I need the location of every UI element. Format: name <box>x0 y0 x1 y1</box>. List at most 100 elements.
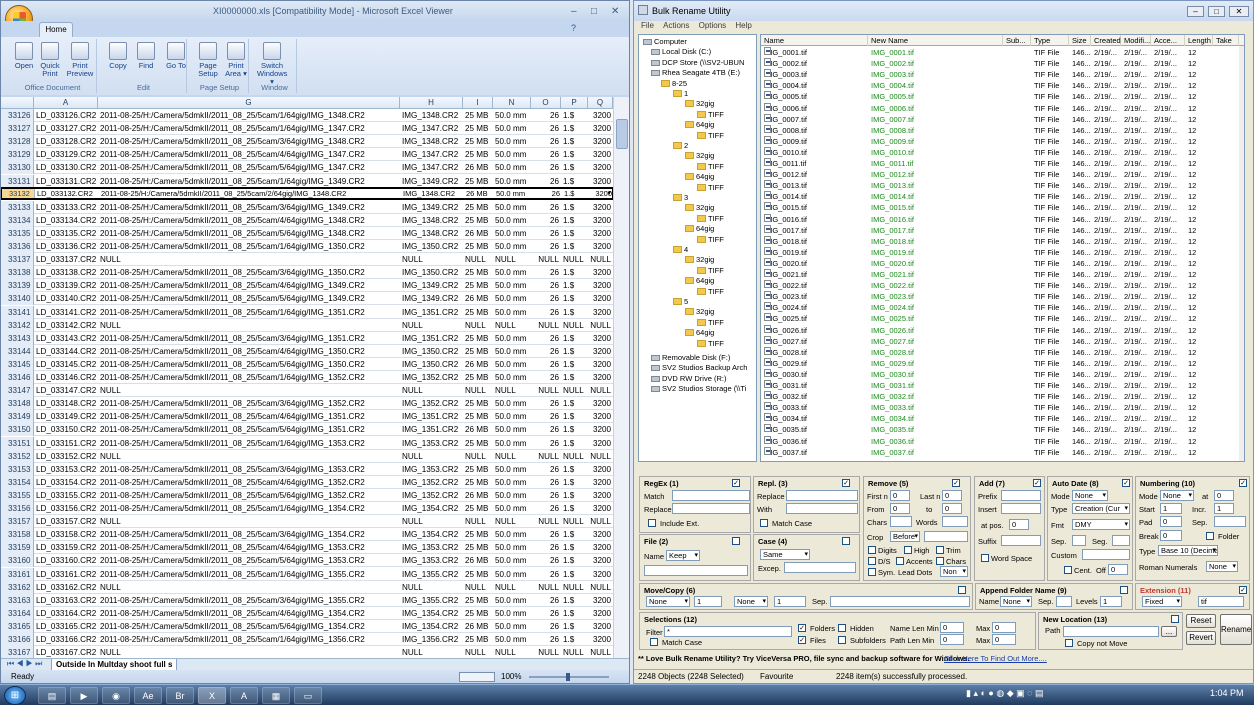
table-cell[interactable]: 25 MB <box>465 397 491 410</box>
row-number[interactable]: 33166 <box>1 633 34 646</box>
table-cell[interactable]: NULL <box>533 515 559 528</box>
append-levels-input[interactable]: 1 <box>1100 596 1122 607</box>
regex-replace-input[interactable] <box>672 503 750 514</box>
tree-node[interactable]: 64gig <box>685 224 714 234</box>
explorer-icon[interactable]: ▤ <box>38 687 66 704</box>
table-cell[interactable]: IMG_1354.CR2 <box>402 528 461 541</box>
table-row[interactable]: 33127 LD_033127.CR2 2011-08-25/H:/Camera/5… <box>1 122 613 136</box>
table-cell[interactable]: IMG_1351.CR2 <box>402 423 461 436</box>
folder-tree[interactable]: Computer Local Disk (C:) DCP Store (\\SV2-… <box>638 34 757 462</box>
table-cell[interactable]: 2011-08-25/H:/Camera/5dmkII/2011_08_25/5… <box>100 410 398 423</box>
tree-node[interactable]: 64gig <box>685 328 714 338</box>
match-case-checkbox[interactable] <box>650 638 658 646</box>
table-cell[interactable]: 25 MB <box>465 175 491 188</box>
table-cell[interactable]: 26 <box>533 306 559 319</box>
file-column-header[interactable]: Sub... <box>1003 35 1031 46</box>
bridge-icon[interactable]: Br <box>166 687 194 704</box>
window-icon[interactable]: ▭ <box>294 687 322 704</box>
table-row[interactable]: 33146 LD_033146.CR2 2011-08-25/H:/Camera/5… <box>1 371 613 385</box>
table-cell[interactable]: LD_033132.CR2 <box>37 189 97 198</box>
table-cell[interactable]: 2011-08-25/H:/Camera/5dmkII/2011_08_25/5… <box>100 227 398 240</box>
numbering-sep-input[interactable] <box>1214 516 1246 527</box>
crop-input[interactable] <box>924 531 968 542</box>
table-row[interactable]: 33158 LD_033158.CR2 2011-08-25/H:/Camera/5… <box>1 528 613 542</box>
table-cell[interactable]: 50.0 mm <box>495 175 529 188</box>
table-cell[interactable]: NULL <box>563 384 586 397</box>
table-cell[interactable]: 26 MB <box>465 423 491 436</box>
movecopy-count-b[interactable]: 1 <box>774 596 806 607</box>
row-number[interactable]: 33165 <box>1 619 34 633</box>
table-cell[interactable]: LD_033154.CR2 <box>36 476 96 489</box>
table-cell[interactable]: 3200 <box>590 332 611 345</box>
tree-node[interactable]: 32gig <box>685 151 714 161</box>
table-row[interactable]: 33156 LD_033156.CR2 2011-08-25/H:/Camera/5… <box>1 502 613 516</box>
table-cell[interactable]: 26 <box>533 358 559 371</box>
table-cell[interactable]: 25 MB <box>465 214 491 227</box>
table-row[interactable]: 33164 LD_033164.CR2 2011-08-25/H:/Camera/5… <box>1 606 613 620</box>
table-cell[interactable]: NULL <box>100 253 398 266</box>
table-cell[interactable]: 2011-08-25/H:/Camera/5dmkII/2011_08_25/5… <box>100 554 398 567</box>
remove-enable-checkbox[interactable]: ✓ <box>952 479 960 487</box>
list-item[interactable]: IMG_0019.tif IMG_0019.tif TIF File 146... 2/… <box>761 246 1239 258</box>
table-cell[interactable]: IMG_1347.CR2 <box>402 122 461 135</box>
table-cell[interactable]: 50.0 mm <box>495 109 529 122</box>
table-cell[interactable]: 1.$ <box>563 410 586 423</box>
accents-checkbox[interactable] <box>896 557 904 565</box>
tree-node[interactable]: 4 <box>673 245 688 255</box>
table-cell[interactable]: 25 MB <box>465 568 491 581</box>
table-cell[interactable]: LD_033128.CR2 <box>36 135 96 148</box>
table-cell[interactable]: LD_033160.CR2 <box>36 554 96 567</box>
movecopy-enable-checkbox[interactable] <box>958 586 966 594</box>
list-item[interactable]: IMG_0031.tif IMG_0031.tif TIF File 146... 2/… <box>761 380 1239 391</box>
table-cell[interactable]: 25 MB <box>465 476 491 489</box>
table-cell[interactable]: NULL <box>465 384 491 397</box>
tree-node[interactable]: TIFF <box>697 318 724 328</box>
table-cell[interactable]: 1.$ <box>564 189 587 198</box>
media-player-icon[interactable]: ▶ <box>70 687 98 704</box>
row-number[interactable]: 33157 <box>1 515 34 529</box>
select-all-corner[interactable] <box>1 97 34 109</box>
browse-button[interactable]: ... <box>1161 626 1177 637</box>
table-cell[interactable]: IMG_1353.CR2 <box>402 463 461 476</box>
table-cell[interactable]: NULL <box>100 646 398 658</box>
extension-input[interactable]: tif <box>1198 596 1244 607</box>
table-cell[interactable]: 50.0 mm <box>495 410 529 423</box>
tree-node[interactable]: 5 <box>673 297 688 307</box>
rename-button[interactable]: Rename <box>1220 614 1252 645</box>
trim-checkbox[interactable] <box>936 546 944 554</box>
list-item[interactable]: IMG_0034.tif IMG_0034.tif TIF File 146... 2/… <box>761 413 1239 424</box>
table-cell[interactable]: 25 MB <box>465 279 491 292</box>
row-number[interactable]: 33146 <box>1 371 34 384</box>
table-cell[interactable]: NULL <box>402 450 461 463</box>
chars-input[interactable] <box>890 516 912 527</box>
table-cell[interactable]: NULL <box>590 253 611 266</box>
regex-enable-checkbox[interactable]: ✓ <box>732 479 740 487</box>
table-cell[interactable]: NULL <box>100 515 398 528</box>
table-cell[interactable]: 1.$ <box>563 345 586 358</box>
table-cell[interactable]: 1.$ <box>563 541 586 554</box>
table-cell[interactable]: 3200 <box>590 554 611 567</box>
table-cell[interactable]: 2011-08-25/H:/Camera/5dmkII/2011_08_25/5… <box>100 201 398 214</box>
table-cell[interactable]: LD_033150.CR2 <box>36 423 96 436</box>
list-item[interactable]: IMG_0007.tif IMG_0007.tif TIF File 146... 2/… <box>761 113 1239 125</box>
new-location-enable-checkbox[interactable] <box>1171 615 1179 623</box>
row-number[interactable]: 33145 <box>1 357 34 371</box>
list-item[interactable]: IMG_0025.tif IMG_0025.tif TIF File 146... 2/… <box>761 313 1239 324</box>
list-item[interactable]: IMG_0012.tif IMG_0012.tif TIF File 146... 2/… <box>761 169 1239 180</box>
table-cell[interactable]: 26 MB <box>466 189 492 198</box>
table-cell[interactable]: 26 <box>533 292 559 305</box>
table-cell[interactable]: 1.$ <box>563 463 586 476</box>
table-cell[interactable]: NULL <box>563 515 586 528</box>
table-row[interactable]: 33133 LD_033133.CR2 2011-08-25/H:/Camera/5… <box>1 200 613 214</box>
case-excep-input[interactable] <box>784 562 856 573</box>
table-cell[interactable]: 26 <box>533 227 559 240</box>
column-header-n[interactable]: N <box>493 97 531 109</box>
table-cell[interactable]: NULL <box>533 450 559 463</box>
list-item[interactable]: IMG_0010.tif IMG_0010.tif TIF File 146... 2/… <box>761 146 1239 158</box>
maximize-icon[interactable]: □ <box>1208 6 1225 17</box>
table-cell[interactable]: 50.0 mm <box>495 476 529 489</box>
movecopy-select-a[interactable]: None <box>646 596 690 607</box>
tree-node[interactable]: TIFF <box>697 235 724 245</box>
list-item[interactable]: IMG_0035.tif IMG_0035.tif TIF File 146... 2/… <box>761 424 1239 435</box>
include-ext-checkbox[interactable] <box>648 519 656 527</box>
